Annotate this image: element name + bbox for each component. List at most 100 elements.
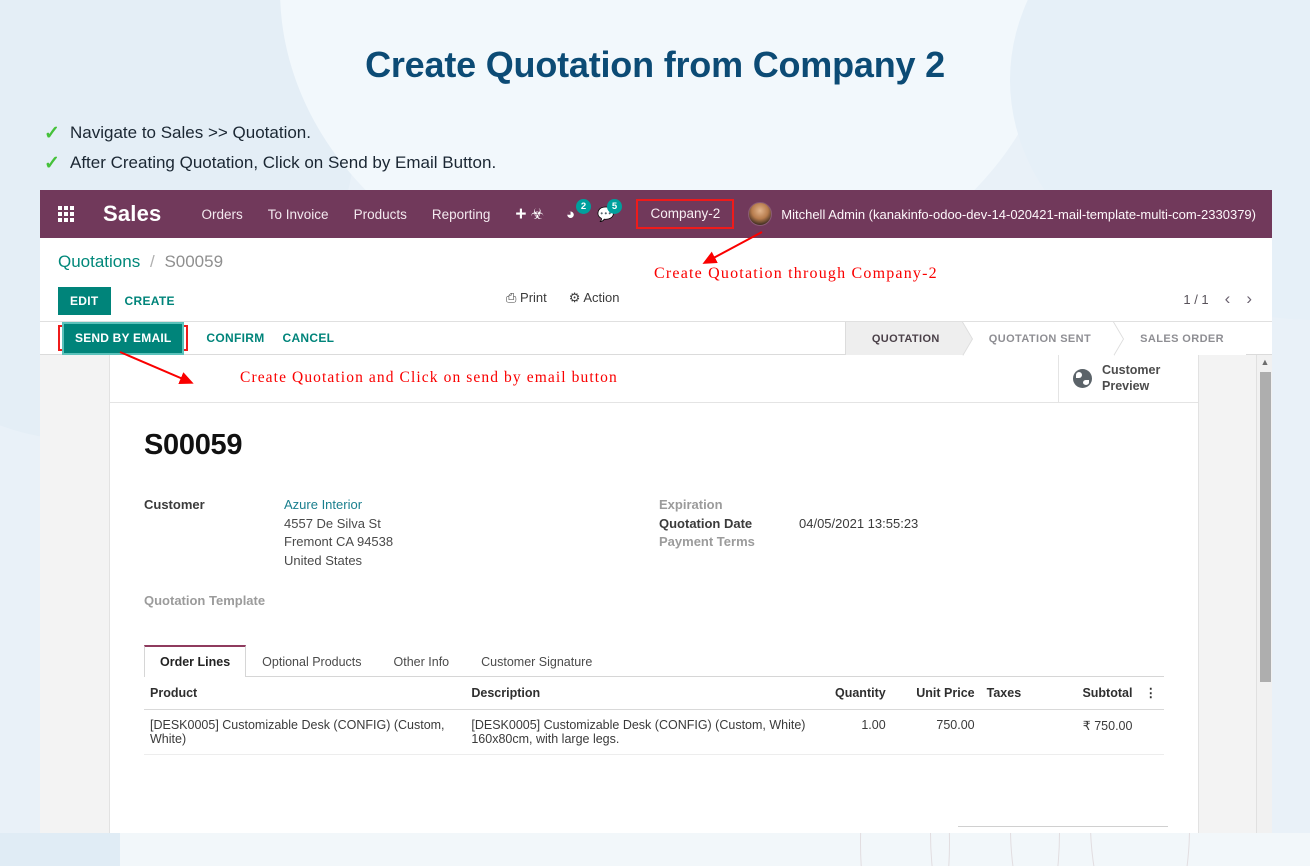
avatar[interactable]	[748, 202, 773, 226]
field-value-customer-group: Azure Interior 4557 De Silva St Fremont …	[284, 496, 393, 570]
field-label-expiration: Expiration	[659, 497, 723, 512]
column-header-product: Product	[144, 677, 466, 710]
customer-link[interactable]: Azure Interior	[284, 497, 362, 512]
column-header-quantity: Quantity	[812, 677, 892, 710]
scroll-up-icon[interactable]: ▲	[1257, 355, 1272, 370]
print-menu[interactable]: ⎙ Print	[506, 290, 547, 306]
field-customer: Customer Azure Interior 4557 De Silva St…	[144, 496, 659, 570]
column-header-unit-price: Unit Price	[891, 677, 981, 710]
field-column-right: Expiration Quotation Date 04/05/2021 13:…	[659, 496, 1164, 608]
field-payment-terms: Payment Terms	[659, 533, 1164, 552]
cell-description: [DESK0005] Customizable Desk (CONFIG) (C…	[465, 709, 813, 755]
field-quotation-date: Quotation Date 04/05/2021 13:55:23	[659, 515, 1164, 534]
table-row[interactable]: [DESK0005] Customizable Desk (CONFIG) (C…	[144, 709, 1164, 755]
sheet-body: S00059 Customer Azure Interior 4557 De S…	[110, 403, 1198, 827]
customer-preview-button[interactable]: Customer Preview	[1058, 355, 1198, 402]
record-actions: ⎙ Print ⚙ Action	[506, 290, 619, 306]
list-item: ✓ After Creating Quotation, Click on Sen…	[44, 148, 496, 178]
bottom-arc-4	[1090, 833, 1310, 866]
pager-next-icon[interactable]: ›	[1246, 289, 1252, 309]
field-label-quotation-template: Quotation Template	[144, 593, 266, 608]
instruction-text: Navigate to Sales >> Quotation.	[70, 123, 311, 142]
create-button[interactable]: CREATE	[125, 294, 175, 308]
record-controls: EDIT CREATE ⎙ Print ⚙ Action 1 / 1 ‹ ›	[40, 281, 1272, 321]
instruction-list: ✓ Navigate to Sales >> Quotation. ✓ Afte…	[44, 118, 496, 178]
field-value-quotation-date[interactable]: 04/05/2021 13:55:23	[799, 515, 918, 534]
cell-options	[1138, 709, 1164, 755]
navbar-menu: Orders To Invoice Products Reporting	[202, 207, 491, 222]
action-menu[interactable]: ⚙ Action	[569, 290, 620, 306]
vertical-scrollbar[interactable]: ▲ ▼	[1256, 355, 1272, 833]
new-record-plus-icon[interactable]: +	[515, 205, 526, 224]
pager-previous-icon[interactable]: ‹	[1225, 289, 1231, 309]
address-line-2: Fremont CA 94538	[284, 534, 394, 549]
description-line-2: 160x80cm, with large legs.	[471, 732, 620, 746]
annotation-send-email: Create Quotation and Click on send by em…	[240, 369, 618, 386]
instruction-text: After Creating Quotation, Click on Send …	[70, 153, 497, 172]
edit-button[interactable]: EDIT	[58, 287, 111, 315]
page-root: Create Quotation from Company 2 ✓ Naviga…	[0, 0, 1310, 866]
stage-quotation[interactable]: QUOTATION	[844, 322, 973, 356]
scrollbar-thumb[interactable]	[1260, 372, 1271, 682]
list-item: ✓ Navigate to Sales >> Quotation.	[44, 118, 496, 148]
printer-icon: ⎙	[506, 290, 517, 305]
document-number: S00059	[144, 429, 243, 461]
breadcrumb-quotations[interactable]: Quotations	[58, 252, 140, 271]
description-line-1: [DESK0005] Customizable Desk (CONFIG) (C…	[471, 718, 806, 732]
annotation-company: Create Quotation through Company-2	[654, 265, 938, 282]
top-navbar: Sales Orders To Invoice Products Reporti…	[40, 190, 1272, 238]
activity-badge: 2	[575, 198, 591, 214]
menu-item-to-invoice[interactable]: To Invoice	[268, 207, 329, 222]
stage-quotation-sent[interactable]: QUOTATION SENT	[961, 322, 1125, 356]
messages-badge: 5	[607, 198, 623, 214]
cell-taxes	[980, 709, 1048, 755]
print-label: Print	[520, 290, 547, 305]
send-by-email-highlight: SEND BY EMAIL	[58, 322, 189, 355]
customer-preview-label: Customer Preview	[1102, 363, 1160, 394]
pager: 1 / 1 ‹ ›	[1183, 289, 1252, 309]
cancel-button[interactable]: CANCEL	[283, 331, 335, 345]
activity-clock-icon[interactable]: ◕ 2	[566, 198, 591, 223]
user-menu[interactable]: Mitchell Admin (kanakinfo-odoo-dev-14-02…	[781, 207, 1256, 222]
field-expiration: Expiration	[659, 496, 1164, 515]
order-lines-table: Product Description Quantity Unit Price …	[144, 677, 1164, 755]
messages-icon[interactable]: 💬 5	[597, 198, 623, 223]
tab-other-info[interactable]: Other Info	[378, 645, 466, 677]
confirm-button[interactable]: CONFIRM	[206, 331, 264, 345]
tab-optional-products[interactable]: Optional Products	[246, 645, 377, 677]
send-by-email-button[interactable]: SEND BY EMAIL	[62, 322, 185, 355]
status-stages: QUOTATION QUOTATION SENT SALES ORDER	[844, 322, 1246, 356]
odoo-app-window: Sales Orders To Invoice Products Reporti…	[40, 190, 1272, 833]
sheet-top-bar: Create Quotation and Click on send by em…	[110, 355, 1198, 403]
tab-customer-signature[interactable]: Customer Signature	[465, 645, 608, 677]
tab-order-lines[interactable]: Order Lines	[144, 645, 247, 677]
menu-item-products[interactable]: Products	[354, 207, 407, 222]
totals-row: Untaxed Amount: ₹ 750.00	[958, 826, 1168, 833]
address-line-1: 4557 De Silva St	[284, 515, 381, 531]
form-sheet-area: Create Quotation and Click on send by em…	[40, 355, 1272, 833]
cell-subtotal: ₹ 750.00	[1047, 709, 1139, 755]
cell-product: [DESK0005] Customizable Desk (CONFIG) (C…	[144, 709, 466, 755]
column-header-description: Description	[465, 677, 813, 710]
customer-preview-line2: Preview	[1102, 378, 1150, 393]
field-group: Customer Azure Interior 4557 De Silva St…	[144, 496, 1164, 608]
pager-count: 1 / 1	[1183, 291, 1209, 307]
background-bottom-strip	[0, 833, 1310, 866]
company-switcher[interactable]: Company-2	[636, 199, 735, 229]
status-bar: SEND BY EMAIL CONFIRM CANCEL QUOTATION Q…	[40, 321, 1272, 356]
customer-preview-line1: Customer	[1102, 362, 1161, 377]
bug-icon[interactable]: ☣	[531, 205, 544, 223]
menu-item-reporting[interactable]: Reporting	[432, 207, 491, 222]
background-bottom-left	[0, 833, 120, 866]
stage-sales-order[interactable]: SALES ORDER	[1113, 322, 1246, 356]
column-options-icon[interactable]: ⋮	[1138, 677, 1164, 710]
cell-unit-price: 750.00	[891, 709, 981, 755]
app-brand-sales[interactable]: Sales	[103, 201, 162, 227]
breadcrumb-current: S00059	[164, 252, 224, 271]
field-column-left: Customer Azure Interior 4557 De Silva St…	[144, 496, 659, 608]
apps-grid-icon[interactable]	[58, 206, 74, 222]
table-header-row: Product Description Quantity Unit Price …	[144, 677, 1164, 710]
address-line-3: United States	[284, 552, 363, 568]
field-label-customer: Customer	[144, 497, 205, 512]
menu-item-orders[interactable]: Orders	[202, 207, 243, 222]
